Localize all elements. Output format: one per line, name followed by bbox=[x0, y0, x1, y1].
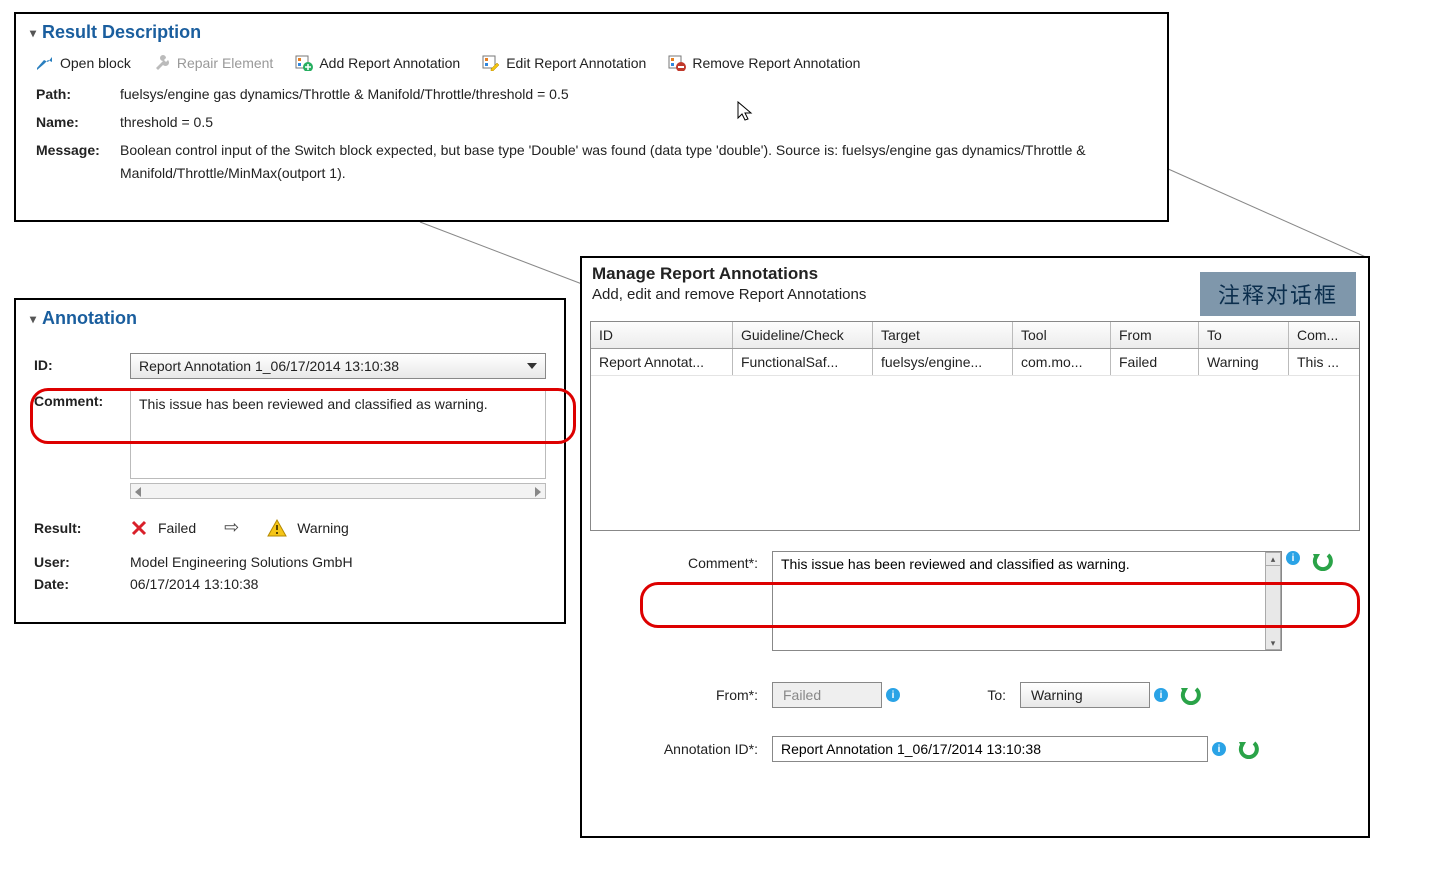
manage-annotations-dialog: Manage Report Annotations Add, edit and … bbox=[580, 256, 1370, 838]
to-label: To: bbox=[970, 687, 1020, 703]
date-value: 06/17/2014 13:10:38 bbox=[130, 576, 258, 592]
repair-element-button: Repair Element bbox=[153, 55, 274, 71]
collapse-icon: ▾ bbox=[30, 26, 36, 40]
annotation-id-select[interactable]: Report Annotation 1_06/17/2014 13:10:38 bbox=[130, 353, 546, 379]
message-label: Message: bbox=[36, 139, 120, 187]
open-block-button[interactable]: Open block bbox=[36, 55, 131, 71]
remove-annotation-button[interactable]: Remove Report Annotation bbox=[668, 55, 860, 71]
warning-icon bbox=[267, 519, 287, 537]
info-icon[interactable]: i bbox=[1154, 688, 1168, 702]
user-value: Model Engineering Solutions GmbH bbox=[130, 554, 353, 570]
name-value: threshold = 0.5 bbox=[120, 111, 1147, 135]
col-guideline[interactable]: Guideline/Check bbox=[733, 322, 873, 348]
chevron-down-icon bbox=[527, 363, 537, 369]
annotation-panel: ▾ Annotation ID: Report Annotation 1_06/… bbox=[14, 298, 566, 624]
info-icon[interactable]: i bbox=[1286, 551, 1300, 565]
user-label: User: bbox=[34, 554, 130, 570]
open-block-icon bbox=[36, 56, 54, 70]
annotation-id-input[interactable] bbox=[772, 736, 1208, 762]
from-label: From*: bbox=[642, 687, 772, 703]
to-select[interactable]: Warning bbox=[1020, 682, 1150, 708]
comment-input[interactable] bbox=[772, 551, 1282, 651]
date-label: Date: bbox=[34, 576, 130, 592]
edit-annotation-button[interactable]: Edit Report Annotation bbox=[482, 55, 646, 71]
result-label: Result: bbox=[34, 520, 130, 536]
result-description-header[interactable]: ▾ Result Description bbox=[16, 14, 1167, 49]
report-remove-icon bbox=[668, 55, 686, 71]
report-edit-icon bbox=[482, 55, 500, 71]
col-from[interactable]: From bbox=[1111, 322, 1199, 348]
revert-button[interactable] bbox=[1178, 685, 1202, 705]
scroll-down-icon[interactable]: ▾ bbox=[1265, 566, 1281, 650]
name-label: Name: bbox=[36, 111, 120, 135]
comment-textarea[interactable]: This issue has been reviewed and classif… bbox=[130, 389, 546, 479]
col-id[interactable]: ID bbox=[591, 322, 733, 348]
scroll-up-icon[interactable]: ▴ bbox=[1265, 552, 1281, 566]
info-icon[interactable]: i bbox=[886, 688, 900, 702]
annotation-id-label: Annotation ID*: bbox=[642, 741, 772, 757]
col-comment[interactable]: Com... bbox=[1289, 322, 1359, 348]
callout-label: 注释对话框 bbox=[1200, 272, 1356, 316]
report-add-icon bbox=[295, 55, 313, 71]
comment-label: Comment*: bbox=[642, 551, 772, 571]
table-row[interactable]: Report Annotat... FunctionalSaf... fuels… bbox=[591, 349, 1359, 376]
path-value: fuelsys/engine gas dynamics/Throttle & M… bbox=[120, 83, 1147, 107]
failed-icon bbox=[130, 519, 148, 537]
arrow-right-icon: ⇨ bbox=[224, 517, 239, 538]
panel-title: Result Description bbox=[42, 22, 201, 43]
col-target[interactable]: Target bbox=[873, 322, 1013, 348]
revert-button[interactable] bbox=[1236, 739, 1260, 759]
revert-button[interactable] bbox=[1310, 551, 1334, 571]
panel-title: Annotation bbox=[42, 308, 137, 329]
result-description-toolbar: Open block Repair Element Add Report Ann… bbox=[16, 49, 1167, 81]
warning-text: Warning bbox=[297, 520, 349, 536]
horizontal-scrollbar[interactable] bbox=[130, 483, 546, 499]
id-label: ID: bbox=[34, 353, 130, 373]
table-header: ID Guideline/Check Target Tool From To C… bbox=[591, 322, 1359, 349]
info-icon[interactable]: i bbox=[1212, 742, 1226, 756]
annotations-table[interactable]: ID Guideline/Check Target Tool From To C… bbox=[590, 321, 1360, 531]
comment-label: Comment: bbox=[34, 389, 130, 409]
from-select: Failed bbox=[772, 682, 882, 708]
annotation-header[interactable]: ▾ Annotation bbox=[16, 300, 564, 335]
col-tool[interactable]: Tool bbox=[1013, 322, 1111, 348]
col-to[interactable]: To bbox=[1199, 322, 1289, 348]
failed-text: Failed bbox=[158, 520, 196, 536]
result-description-panel: ▾ Result Description Open block Repair E… bbox=[14, 12, 1169, 222]
message-value: Boolean control input of the Switch bloc… bbox=[120, 139, 1147, 187]
add-annotation-button[interactable]: Add Report Annotation bbox=[295, 55, 460, 71]
wrench-icon bbox=[153, 55, 171, 71]
path-label: Path: bbox=[36, 83, 120, 107]
collapse-icon: ▾ bbox=[30, 312, 36, 326]
